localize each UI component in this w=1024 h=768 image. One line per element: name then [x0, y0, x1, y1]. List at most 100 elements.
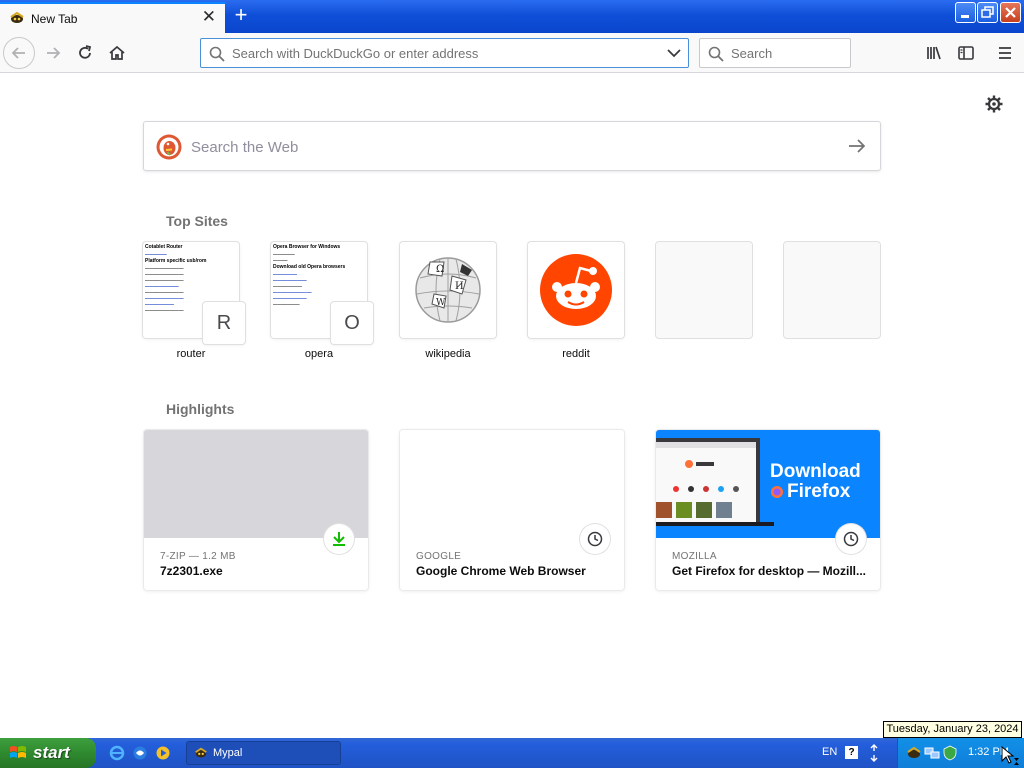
hamburger-menu-icon: [999, 47, 1011, 59]
close-window-button[interactable]: [1000, 2, 1021, 23]
web-search-box[interactable]: [143, 121, 881, 171]
up-down-arrows-icon[interactable]: [868, 743, 880, 763]
top-sites-heading: Top Sites: [166, 213, 228, 229]
card-title: 7z2301.exe: [160, 564, 223, 578]
internet-explorer-icon[interactable]: [109, 745, 125, 761]
highlight-card-7zip[interactable]: 7-ZIP — 1.2 MB 7z2301.exe: [144, 430, 368, 590]
restore-button[interactable]: [977, 2, 998, 23]
address-input[interactable]: [232, 43, 652, 63]
svg-text:И: И: [455, 281, 464, 292]
site-thumbnail: Opera Browser for Windows ━━━━━━━━━ ━━━━━…: [271, 242, 373, 344]
banner-line-2: Firefox: [787, 481, 851, 502]
network-icon[interactable]: [924, 745, 940, 761]
taskbar-window-mypal[interactable]: Mypal: [186, 741, 341, 765]
download-icon: [333, 532, 345, 546]
start-button[interactable]: start: [0, 738, 96, 768]
top-site-opera[interactable]: Opera Browser for Windows ━━━━━━━━━ ━━━━━…: [271, 242, 373, 360]
media-player-icon[interactable]: [155, 745, 171, 761]
site-label: reddit: [562, 348, 590, 360]
sidebar-icon: [958, 46, 974, 60]
clock-icon: [587, 531, 603, 547]
minimize-icon: [961, 15, 969, 18]
card-context: 7-ZIP — 1.2 MB: [160, 551, 236, 562]
search-icon: [209, 46, 225, 62]
outlook-express-icon[interactable]: [132, 745, 148, 761]
site-thumbnail: Cotablet Router ━━━━━━━━━ Platform speci…: [143, 242, 245, 344]
top-site-empty[interactable]: [656, 242, 752, 338]
search-input[interactable]: [731, 43, 843, 63]
highlights-heading: Highlights: [166, 401, 235, 417]
gear-icon[interactable]: [984, 94, 1004, 114]
site-label: router: [176, 348, 206, 360]
start-label: start: [33, 743, 70, 762]
chevron-down-icon[interactable]: [667, 48, 681, 58]
back-arrow-icon: [11, 47, 25, 59]
top-site-empty[interactable]: [784, 242, 880, 338]
taskbar-window-label: Mypal: [213, 747, 243, 759]
back-button[interactable]: [3, 37, 35, 69]
card-context: GOOGLE: [416, 551, 462, 562]
top-site-router[interactable]: Cotablet Router ━━━━━━━━━ Platform speci…: [143, 242, 245, 360]
tab-close-icon[interactable]: ✕: [202, 8, 216, 26]
search-icon: [708, 46, 724, 62]
navigation-toolbar: [0, 33, 1024, 73]
forward-arrow-icon: [47, 47, 61, 59]
mypal-icon: [10, 11, 24, 23]
site-thumbnail: Ω И W: [400, 242, 496, 338]
duckduckgo-logo-icon: [156, 134, 182, 160]
highlight-card-firefox[interactable]: Download Firefox MOZILLA Get Firefox for…: [656, 430, 880, 590]
card-title: Google Chrome Web Browser: [416, 564, 586, 578]
help-icon[interactable]: ?: [845, 746, 858, 759]
card-thumbnail: Download Firefox: [656, 430, 880, 538]
arrow-right-icon[interactable]: [848, 137, 866, 155]
card-context: MOZILLA: [672, 551, 717, 562]
card-title: Get Firefox for desktop — Mozill...: [672, 564, 867, 578]
mouse-cursor-icon: [1001, 746, 1019, 765]
mypal-tray-icon[interactable]: [906, 745, 922, 761]
home-icon: [109, 45, 125, 60]
restore-icon: [981, 6, 994, 18]
new-tab-button[interactable]: +: [229, 3, 253, 27]
top-site-reddit[interactable]: reddit: [528, 242, 624, 360]
reddit-logo-icon: [540, 254, 612, 326]
reload-button[interactable]: [69, 37, 101, 69]
reload-icon: [79, 45, 92, 59]
wikipedia-globe-icon: Ω И W: [415, 257, 481, 323]
title-bar: New Tab ✕ +: [0, 0, 1024, 33]
forward-button[interactable]: [37, 37, 69, 69]
site-label: wikipedia: [425, 348, 471, 360]
date-tooltip: Tuesday, January 23, 2024: [883, 721, 1022, 738]
sidebar-button[interactable]: [950, 37, 982, 69]
card-thumbnail: [400, 430, 624, 538]
menu-button[interactable]: [989, 37, 1021, 69]
card-badge: [580, 524, 610, 554]
highlight-card-google-chrome[interactable]: GOOGLE Google Chrome Web Browser: [400, 430, 624, 590]
card-badge: [324, 524, 354, 554]
site-thumbnail: [528, 242, 624, 338]
site-label: opera: [304, 348, 334, 360]
tab-title: New Tab: [31, 12, 78, 26]
banner-line-1: Download: [770, 461, 861, 482]
empty-site-tile: [784, 242, 880, 338]
language-indicator[interactable]: EN: [822, 746, 837, 758]
windows-logo-icon: [10, 746, 26, 758]
site-letter-badge: R: [203, 302, 245, 344]
tab-new-tab[interactable]: New Tab ✕: [0, 2, 225, 33]
close-icon: [1005, 7, 1016, 18]
svg-text:Ω: Ω: [436, 264, 444, 275]
taskbar: start Mypal EN ? 1:32 PM: [0, 738, 1024, 768]
mypal-icon: [195, 747, 207, 758]
security-shield-icon[interactable]: [942, 745, 958, 761]
search-bar[interactable]: [699, 38, 851, 68]
library-button[interactable]: [918, 37, 950, 69]
new-tab-page: Top Sites Cotablet Router ━━━━━━━━━ Plat…: [0, 74, 1024, 738]
web-search-input[interactable]: [191, 136, 831, 158]
site-letter-badge: O: [331, 302, 373, 344]
minimize-button[interactable]: [955, 2, 976, 23]
library-icon: [927, 46, 941, 60]
address-bar[interactable]: [200, 38, 689, 68]
empty-site-tile: [656, 242, 752, 338]
top-site-wikipedia[interactable]: Ω И W wikipedia: [400, 242, 496, 360]
card-thumbnail: [144, 430, 368, 538]
home-button[interactable]: [101, 37, 133, 69]
